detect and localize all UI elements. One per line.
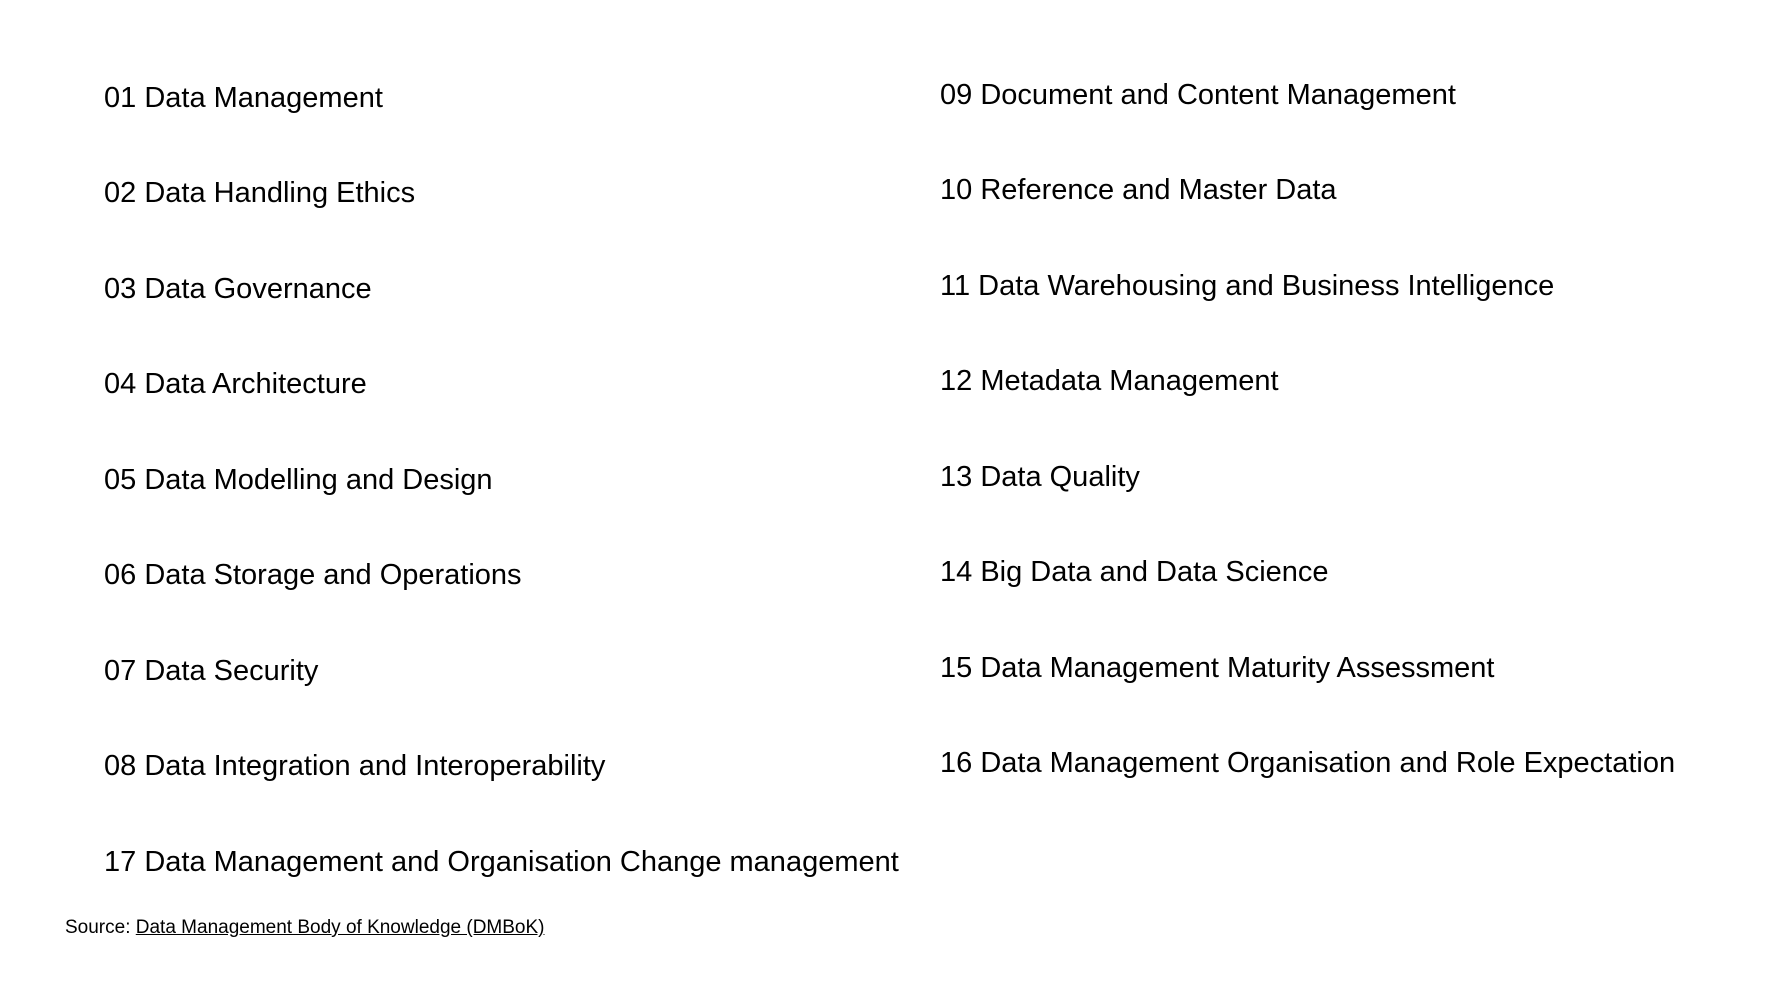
list-item: 08 Data Integration and Interoperability bbox=[104, 750, 606, 782]
source-link[interactable]: Data Management Body of Knowledge (DMBoK… bbox=[136, 917, 545, 938]
list-item: 05 Data Modelling and Design bbox=[104, 464, 493, 496]
list-item: 02 Data Handling Ethics bbox=[104, 177, 416, 209]
list-item: 06 Data Storage and Operations bbox=[104, 559, 522, 591]
list-item: 16 Data Management Organisation and Role… bbox=[940, 747, 1676, 779]
list-item: 14 Big Data and Data Science bbox=[940, 556, 1329, 588]
list-item: 12 Metadata Management bbox=[940, 365, 1279, 397]
list-item: 17 Data Management and Organisation Chan… bbox=[104, 846, 899, 878]
list-item: 11 Data Warehousing and Business Intelli… bbox=[940, 270, 1555, 302]
list-item: 07 Data Security bbox=[104, 655, 319, 687]
source-prefix: Source: bbox=[65, 917, 131, 938]
list-item: 04 Data Architecture bbox=[104, 368, 367, 400]
list-item: 09 Document and Content Management bbox=[940, 79, 1456, 111]
source-citation: Source: Data Management Body of Knowledg… bbox=[65, 916, 544, 940]
list-item: 10 Reference and Master Data bbox=[940, 174, 1337, 206]
list-item: 13 Data Quality bbox=[940, 461, 1140, 493]
list-item: 01 Data Management bbox=[104, 82, 383, 114]
list-item: 15 Data Management Maturity Assessment bbox=[940, 652, 1495, 684]
list-item: 03 Data Governance bbox=[104, 273, 372, 305]
